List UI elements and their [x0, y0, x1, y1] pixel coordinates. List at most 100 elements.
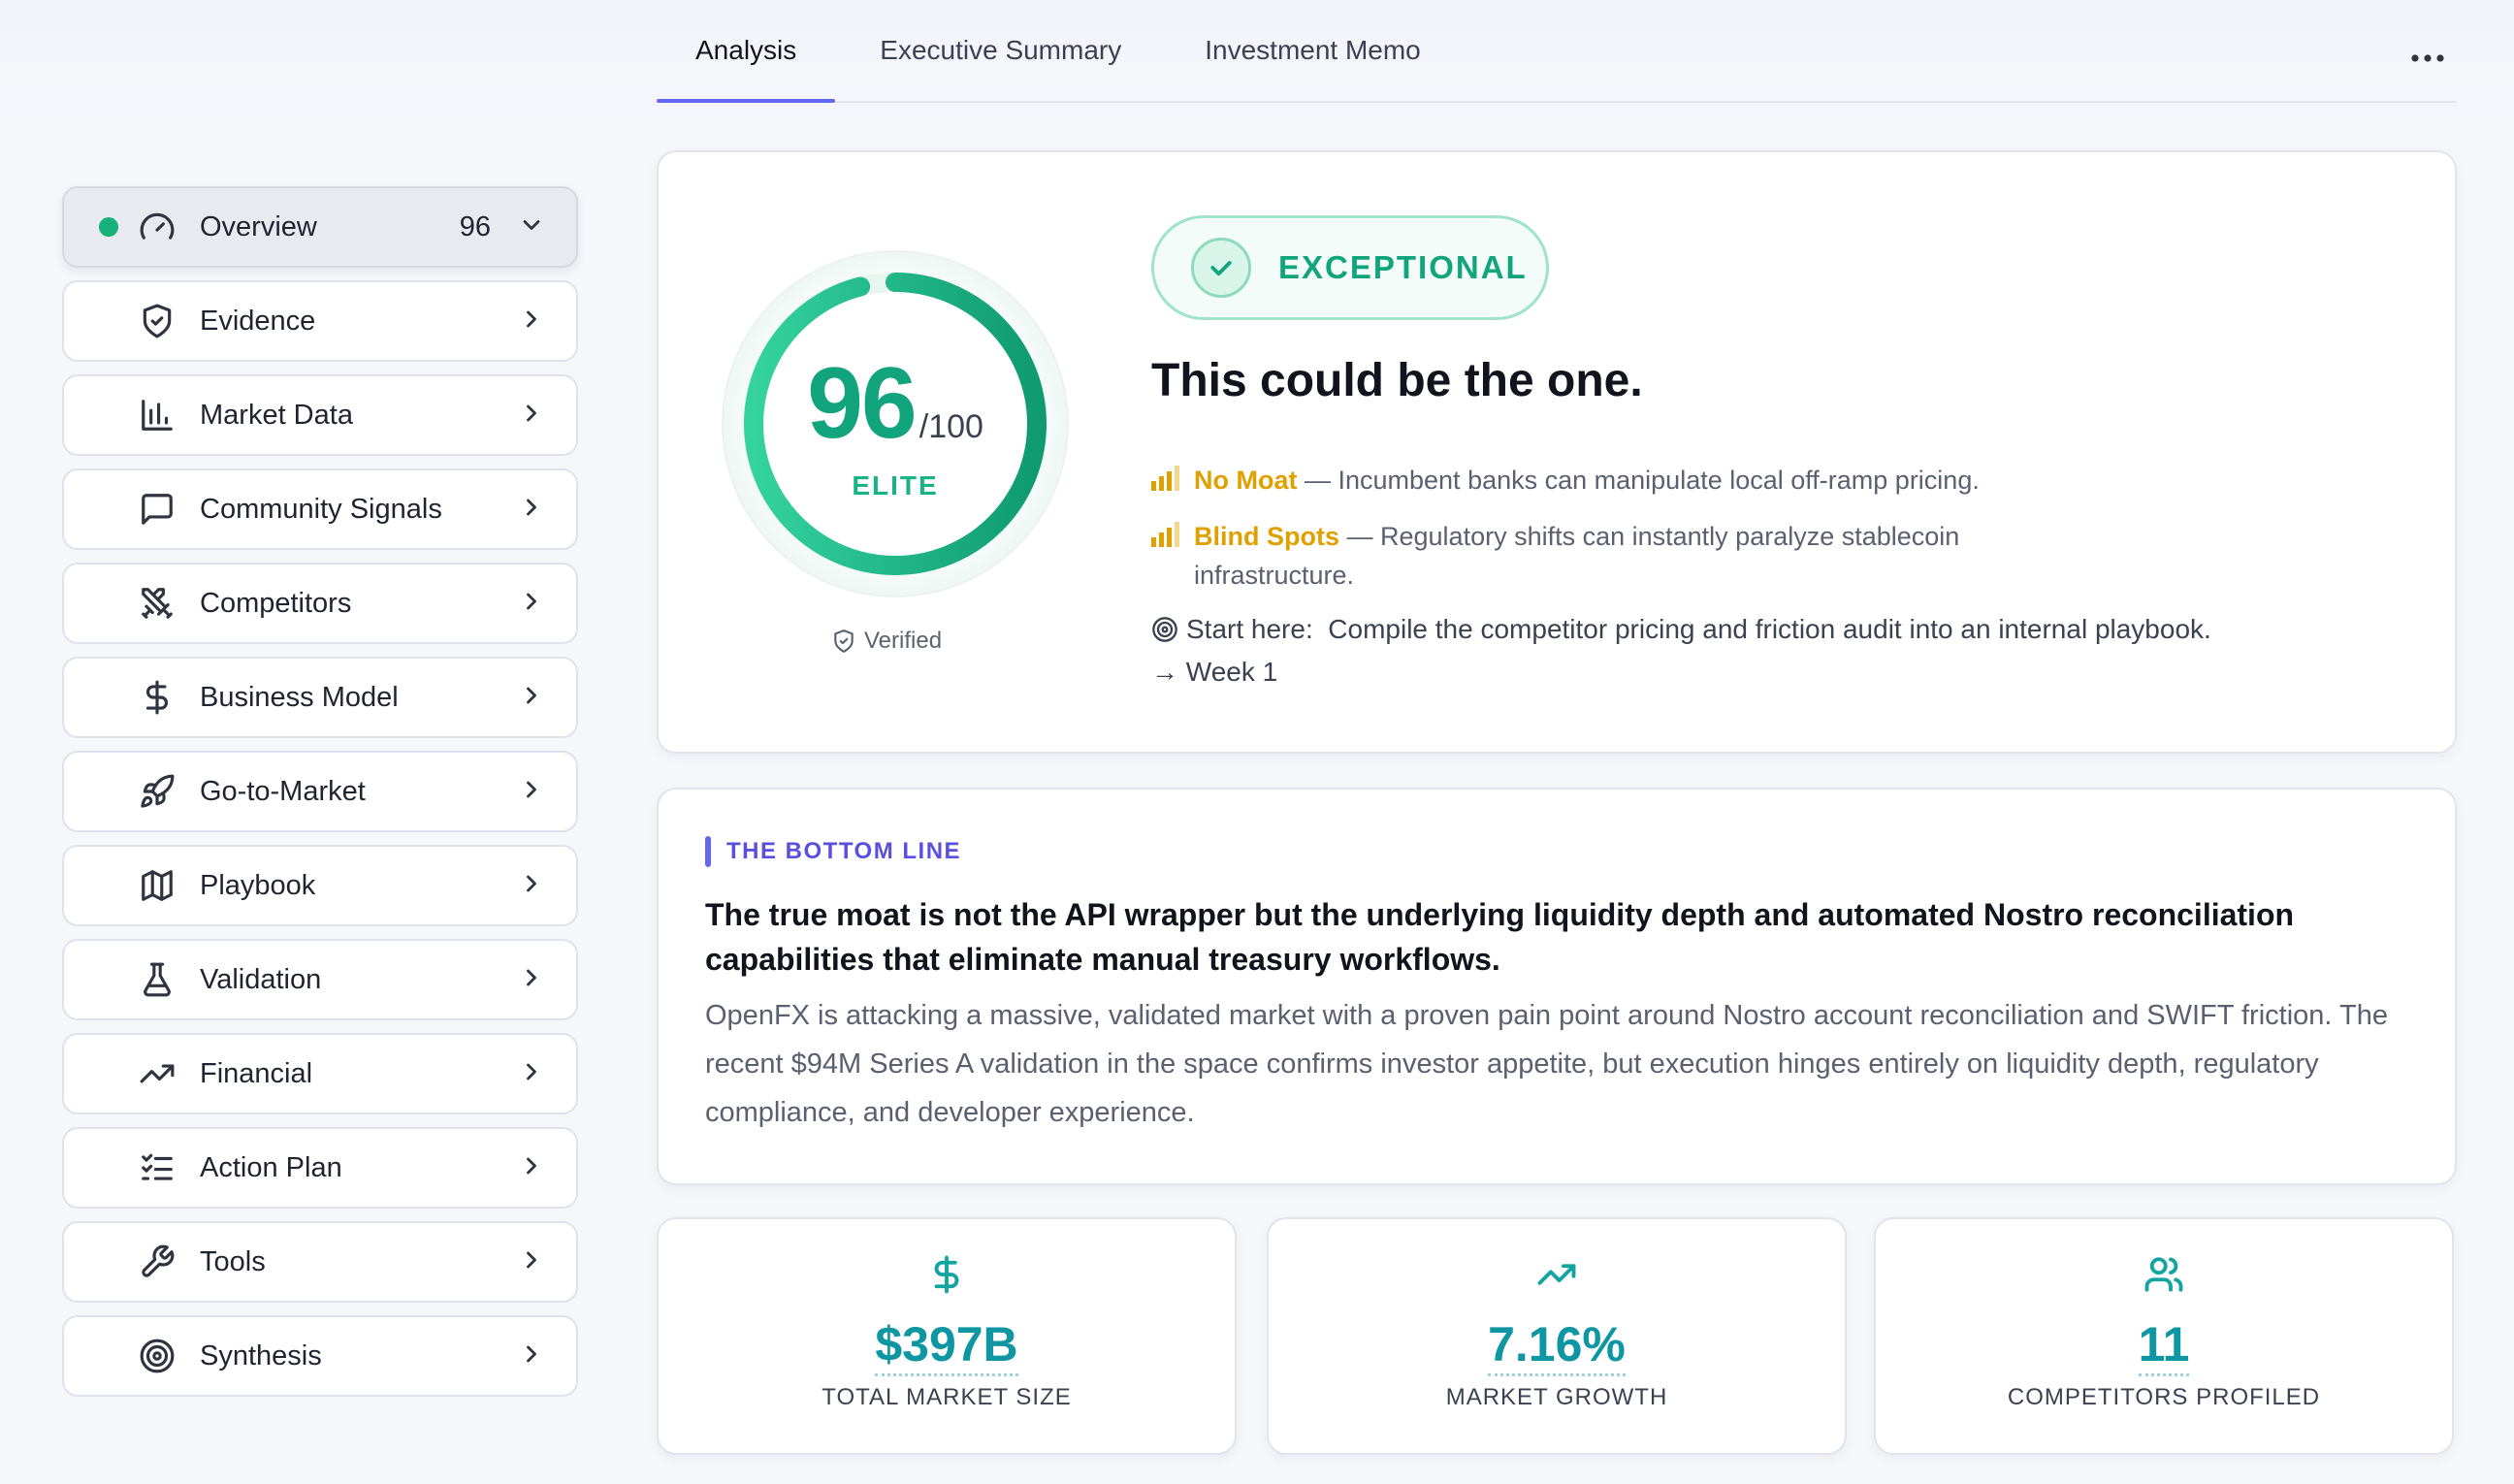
sidebar-item-label: Action Plan	[200, 1151, 342, 1183]
chevron-right-icon	[518, 494, 545, 526]
sidebar-item-playbook[interactable]: Playbook	[62, 845, 578, 926]
chevron-right-icon	[518, 400, 545, 432]
sidebar-item-validation[interactable]: Validation	[62, 939, 578, 1020]
tab-analysis[interactable]: Analysis	[657, 0, 836, 103]
start-here: Start here: Compile the competitor prici…	[1151, 608, 2412, 694]
bottom-line-body: OpenFX is attacking a massive, validated…	[705, 1000, 2388, 1128]
score-gauge: 96 /100 ELITE	[721, 249, 1070, 598]
more-horizontal-icon	[2411, 54, 2444, 62]
start-here-timing: → Week 1	[1151, 657, 1278, 687]
stat-card-market-size: $397B TOTAL MARKET SIZE	[657, 1217, 1237, 1455]
trending-up-icon	[1269, 1254, 1845, 1300]
score-card: 96 /100 ELITE Verified EXCEPTIONAL This …	[657, 150, 2457, 754]
chevron-right-icon	[518, 1152, 545, 1184]
overview-score-count: 96	[459, 210, 491, 242]
signal-bars-icon	[1151, 466, 1179, 491]
sidebar-item-label: Go-to-Market	[200, 775, 366, 807]
risk-name: No Moat	[1194, 466, 1298, 495]
risk-item: Blind Spots — Regulatory shifts can inst…	[1151, 517, 2102, 595]
verdict-badge-text: EXCEPTIONAL	[1278, 249, 1528, 285]
score-value: 96 /100	[721, 346, 1070, 462]
bottom-line-headline: The true moat is not the API wrapper but…	[705, 897, 2295, 977]
tab-bar: Analysis Executive Summary Investment Me…	[657, 0, 2457, 103]
sidebar-item-label: Financial	[200, 1057, 313, 1089]
verified-label: Verified	[831, 628, 942, 655]
sidebar-item-label: Evidence	[200, 305, 316, 337]
sidebar-item-evidence[interactable]: Evidence	[62, 280, 578, 362]
flask-icon	[138, 960, 177, 999]
signal-bars-icon	[1151, 522, 1179, 547]
status-dot	[99, 217, 118, 237]
sidebar-item-label: Market Data	[200, 399, 353, 431]
sidebar-item-label: Overview	[200, 210, 317, 242]
chevron-right-icon	[518, 1340, 545, 1372]
sidebar-item-label: Competitors	[200, 587, 352, 619]
check-circle-icon	[1191, 238, 1251, 298]
score-tier: ELITE	[852, 470, 939, 500]
sidebar-item-label: Playbook	[200, 869, 316, 901]
chevron-right-icon	[518, 1246, 545, 1278]
sidebar-item-action-plan[interactable]: Action Plan	[62, 1127, 578, 1209]
trending-up-icon	[138, 1054, 177, 1093]
sidebar-item-synthesis[interactable]: Synthesis	[62, 1315, 578, 1397]
verdict-badge: EXCEPTIONAL	[1151, 215, 1549, 320]
shield-check-icon	[138, 302, 177, 340]
dollar-icon	[138, 678, 177, 717]
target-icon	[138, 1337, 177, 1375]
stat-label: COMPETITORS PROFILED	[2007, 1384, 2321, 1410]
users-icon	[1876, 1254, 2452, 1300]
verdict-headline: This could be the one.	[1151, 355, 1643, 406]
sidebar-item-community-signals[interactable]: Community Signals	[62, 468, 578, 550]
message-square-icon	[138, 490, 177, 529]
sidebar-item-label: Business Model	[200, 681, 399, 713]
wrench-icon	[138, 1242, 177, 1281]
target-icon	[1152, 617, 1177, 642]
map-icon	[138, 866, 177, 905]
score-number: 96	[807, 347, 918, 460]
stat-label: MARKET GROWTH	[1445, 1384, 1668, 1410]
risk-name: Blind Spots	[1194, 522, 1339, 551]
gauge-icon	[138, 208, 177, 246]
dollar-icon	[659, 1254, 1235, 1300]
more-options-button[interactable]	[2399, 29, 2457, 87]
chevron-down-icon	[518, 211, 545, 243]
risk-text-continued: infrastructure.	[1194, 561, 1355, 590]
chevron-right-icon	[518, 1058, 545, 1090]
sidebar-item-go-to-market[interactable]: Go-to-Market	[62, 751, 578, 832]
bottom-line-card: THE BOTTOM LINE The true moat is not the…	[657, 788, 2457, 1185]
chevron-right-icon	[518, 870, 545, 902]
risk-text: — Regulatory shifts can instantly paraly…	[1339, 522, 1960, 551]
sidebar-item-label: Community Signals	[200, 493, 442, 525]
bar-chart-icon	[138, 396, 177, 435]
sidebar-item-label: Tools	[200, 1245, 266, 1277]
stat-value[interactable]: $397B	[659, 1316, 1235, 1376]
sidebar-item-market-data[interactable]: Market Data	[62, 374, 578, 456]
tab-investment-memo[interactable]: Investment Memo	[1166, 0, 1460, 101]
risk-item: No Moat — Incumbent banks can manipulate…	[1151, 461, 2102, 500]
stat-card-market-growth: 7.16% MARKET GROWTH	[1267, 1217, 1847, 1455]
sidebar-item-label: Synthesis	[200, 1339, 322, 1371]
score-denominator: /100	[919, 408, 983, 445]
list-checks-icon	[138, 1148, 177, 1187]
sidebar-nav: Overview 96 Evidence Market Data Communi…	[62, 186, 578, 1397]
bottom-line-label: THE BOTTOM LINE	[705, 836, 961, 867]
stat-label: TOTAL MARKET SIZE	[822, 1384, 1072, 1410]
verified-text: Verified	[864, 628, 943, 654]
sidebar-item-overview[interactable]: Overview 96	[62, 186, 578, 268]
sidebar-item-tools[interactable]: Tools	[62, 1221, 578, 1303]
stat-value[interactable]: 11	[1876, 1316, 2452, 1376]
tab-executive-summary[interactable]: Executive Summary	[841, 0, 1160, 101]
chevron-right-icon	[518, 682, 545, 714]
rocket-icon	[138, 772, 177, 811]
chevron-right-icon	[518, 588, 545, 620]
stat-value[interactable]: 7.16%	[1269, 1316, 1845, 1376]
sidebar-item-label: Validation	[200, 963, 322, 995]
swords-icon	[138, 584, 177, 623]
chevron-right-icon	[518, 964, 545, 996]
sidebar-item-business-model[interactable]: Business Model	[62, 657, 578, 738]
risk-text: — Incumbent banks can manipulate local o…	[1297, 466, 1980, 495]
start-here-text: Compile the competitor pricing and frict…	[1328, 614, 2211, 644]
sidebar-item-competitors[interactable]: Competitors	[62, 563, 578, 644]
sidebar-item-financial[interactable]: Financial	[62, 1033, 578, 1114]
chevron-right-icon	[518, 306, 545, 338]
